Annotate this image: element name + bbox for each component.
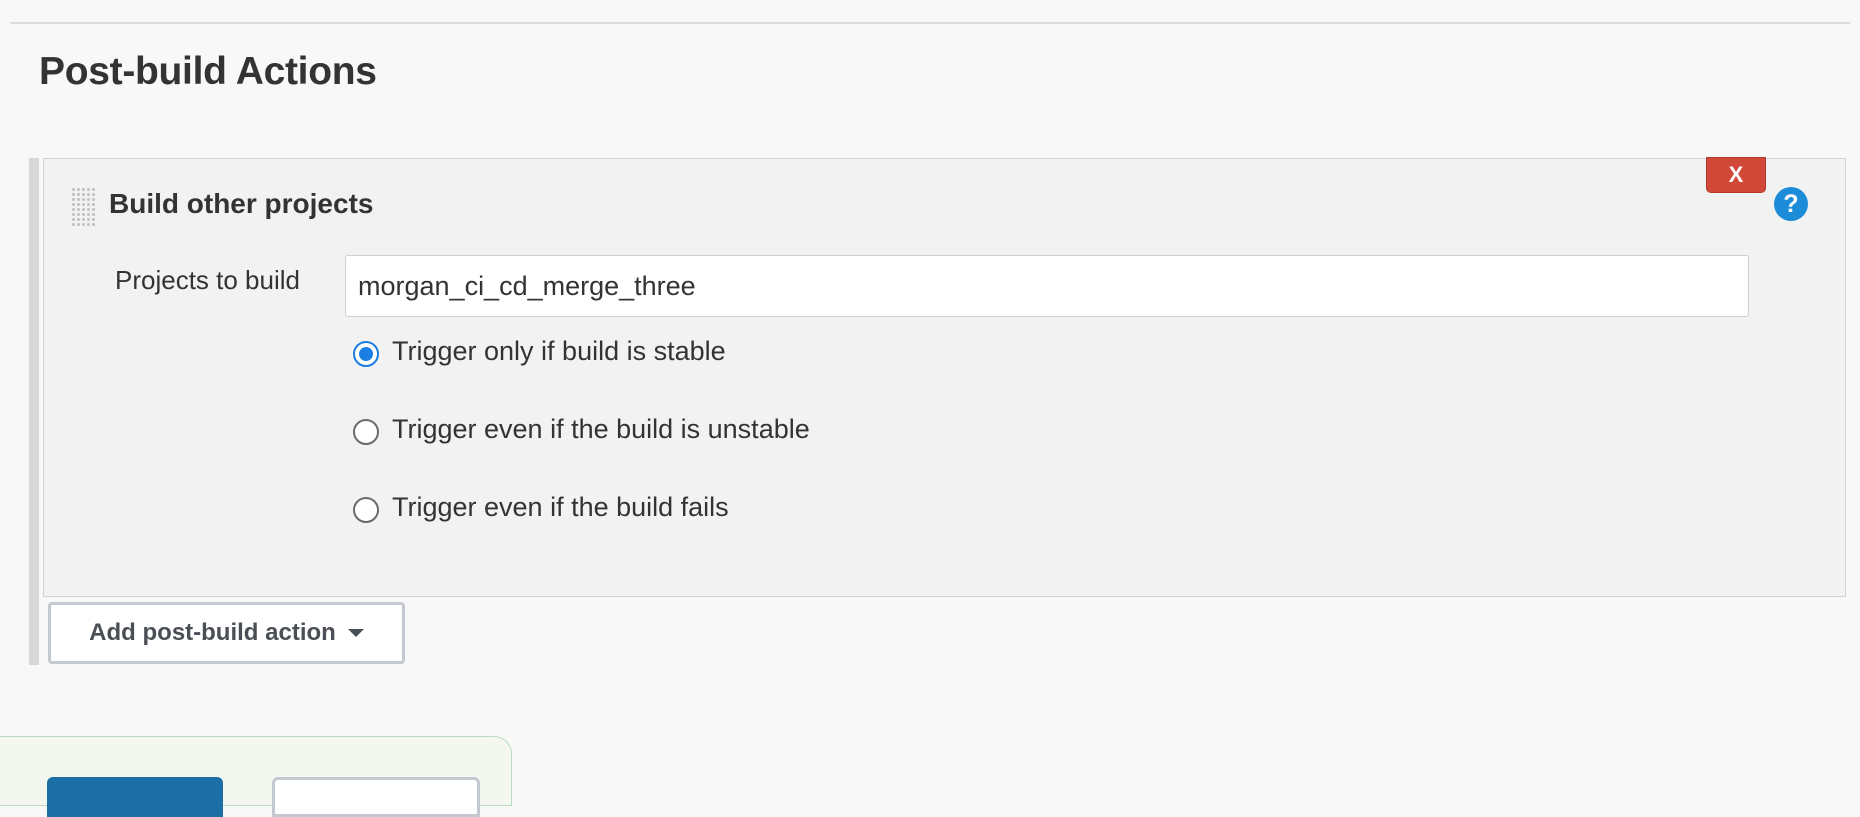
bottom-action-bar — [0, 736, 512, 817]
projects-to-build-label: Projects to build — [115, 265, 300, 295]
add-post-build-action-label: Add post-build action — [89, 619, 336, 646]
trigger-unstable-option[interactable]: Trigger even if the build is unstable — [353, 413, 810, 445]
add-post-build-action-button[interactable]: Add post-build action — [48, 602, 405, 664]
trigger-fails-option[interactable]: Trigger even if the build fails — [353, 491, 729, 523]
drag-handle-icon[interactable] — [71, 187, 95, 227]
build-other-projects-panel: Build other projects X ? Projects to bui… — [43, 157, 1846, 597]
panel-title: Build other projects — [109, 188, 374, 219]
section-rail — [29, 158, 39, 665]
radio-button[interactable] — [353, 497, 379, 523]
delete-step-button[interactable]: X — [1706, 157, 1766, 193]
save-button[interactable] — [47, 777, 223, 817]
radio-button[interactable] — [353, 419, 379, 445]
radio-label: Trigger even if the build fails — [392, 491, 729, 522]
radio-label: Trigger even if the build is unstable — [392, 413, 810, 444]
top-divider — [10, 22, 1850, 24]
projects-to-build-input[interactable] — [345, 255, 1749, 317]
radio-button-checked[interactable] — [353, 341, 379, 367]
radio-label: Trigger only if build is stable — [392, 335, 726, 366]
caret-down-icon — [347, 629, 364, 637]
help-icon[interactable]: ? — [1774, 187, 1808, 221]
section-title: Post-build Actions — [39, 50, 377, 93]
apply-button[interactable] — [272, 777, 480, 817]
trigger-stable-option[interactable]: Trigger only if build is stable — [353, 335, 726, 367]
